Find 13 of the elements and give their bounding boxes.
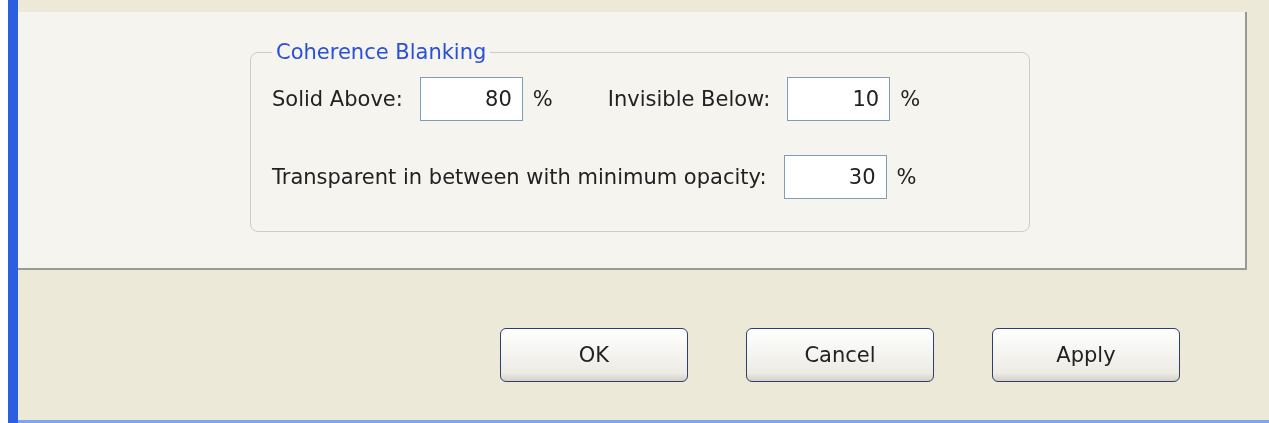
dialog-button[interactable]: Apply xyxy=(992,328,1180,382)
unit-label: % xyxy=(900,87,921,111)
unit-label: % xyxy=(896,165,917,189)
field-label: Transparent in between with minimum opacity: xyxy=(272,165,767,189)
field-label: Solid Above: xyxy=(272,87,403,111)
unit-label: % xyxy=(532,87,553,111)
dialog-button[interactable]: OK xyxy=(500,328,688,382)
input-field[interactable]: 10 xyxy=(787,77,891,121)
input-field[interactable]: 80 xyxy=(419,77,523,121)
dialog-button[interactable]: Cancel xyxy=(746,328,934,382)
input-field[interactable]: 30 xyxy=(783,155,887,199)
group-title: Coherence Blanking xyxy=(275,40,488,64)
field-label: Invisible Below: xyxy=(607,87,771,111)
